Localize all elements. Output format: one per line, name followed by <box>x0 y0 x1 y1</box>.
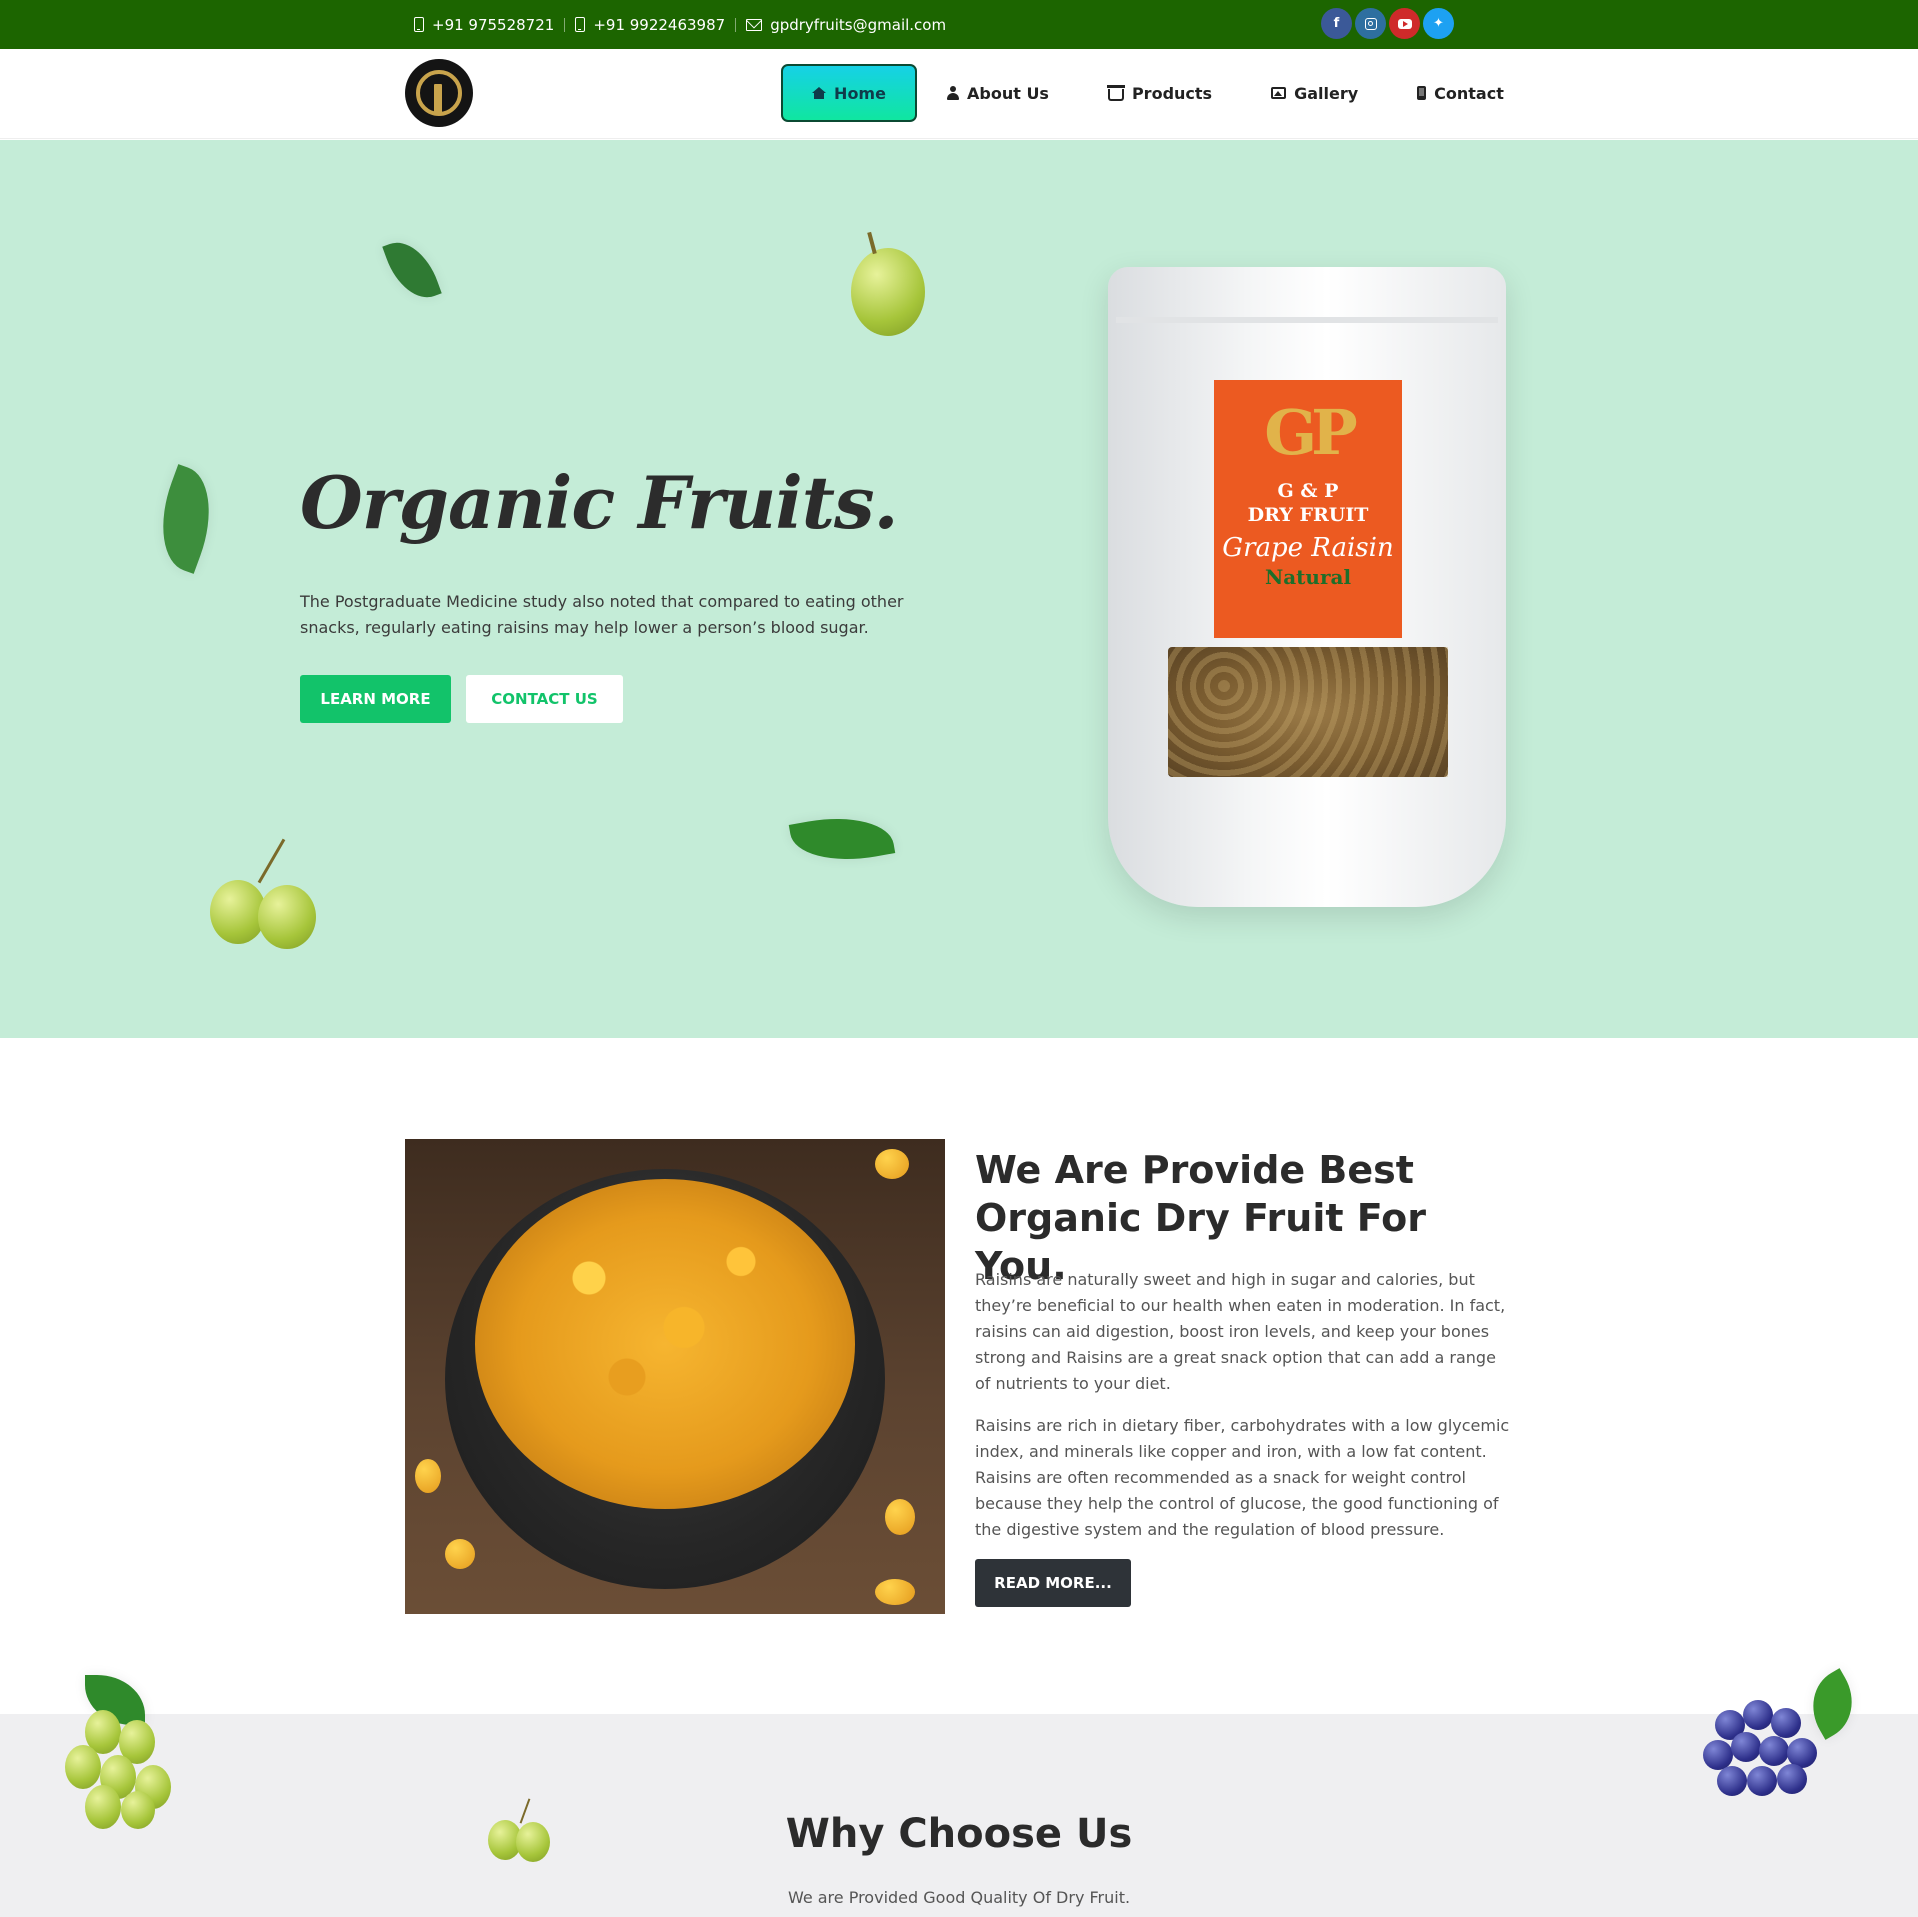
facebook-icon[interactable]: f <box>1321 8 1352 39</box>
grape-decoration <box>258 885 316 949</box>
phone-1[interactable]: +91 975528721 <box>414 16 554 34</box>
instagram-icon[interactable] <box>1355 8 1386 39</box>
leaf-decoration <box>382 233 442 307</box>
about-paragraph-2: Raisins are rich in dietary fiber, carbo… <box>975 1416 1510 1539</box>
contact-info: +91 975528721 +91 9922463987 gpdryfruits… <box>414 0 946 49</box>
top-bar: +91 975528721 +91 9922463987 gpdryfruits… <box>0 0 1918 49</box>
grape <box>1777 1764 1807 1794</box>
nav-about-us[interactable]: About Us <box>947 64 1049 122</box>
phone-icon <box>414 17 424 32</box>
raisin-bowl-image <box>405 1139 945 1614</box>
nav-products[interactable]: Products <box>1106 64 1213 122</box>
nav-gallery-label: Gallery <box>1294 83 1359 103</box>
email-link[interactable]: gpdryfruits@gmail.com <box>746 16 946 34</box>
pouch-window <box>1168 647 1448 777</box>
basket-icon <box>1106 85 1125 101</box>
pouch-brand: G & P DRY FRUIT <box>1248 479 1369 527</box>
pouch-brand-line-1: G & P <box>1277 480 1339 502</box>
nav-contact[interactable]: Contact <box>1417 64 1504 122</box>
user-icon <box>947 86 959 100</box>
leaf-decoration <box>144 464 228 574</box>
about-paragraph-1: Raisins are naturally sweet and high in … <box>975 1270 1506 1393</box>
mobile-icon <box>1417 86 1427 100</box>
gp-logo[interactable] <box>405 59 473 127</box>
green-grapes-decoration <box>45 1675 180 1830</box>
phone-icon <box>575 17 586 32</box>
pouch-monogram: GP <box>1264 396 1358 469</box>
pouch-type: Natural <box>1264 565 1352 589</box>
divider <box>735 17 737 32</box>
grape <box>1747 1766 1777 1796</box>
phone-2-text: +91 9922463987 <box>593 15 726 34</box>
purple-grapes-decoration <box>1695 1668 1868 1810</box>
pouch-label: GP G & P DRY FRUIT Grape Raisin Natural <box>1214 380 1402 638</box>
pouch-zip <box>1116 317 1498 323</box>
product-pouch-image: GP G & P DRY FRUIT Grape Raisin Natural <box>1108 267 1506 907</box>
phone-2[interactable]: +91 9922463987 <box>575 16 725 34</box>
main-nav: Home About Us Products Gallery Contact <box>781 64 1504 122</box>
divider <box>564 17 566 32</box>
learn-more-button[interactable]: LEARN MORE <box>300 675 451 723</box>
email-text: gpdryfruits@gmail.com <box>770 15 947 34</box>
why-choose-subtitle: We are Provided Good Quality Of Dry Frui… <box>787 1888 1131 1907</box>
grape <box>1717 1766 1747 1796</box>
phone-1-text: +91 975528721 <box>432 15 555 34</box>
nav-contact-label: Contact <box>1434 83 1504 103</box>
raisins <box>475 1179 855 1509</box>
grape <box>65 1745 101 1789</box>
instagram-glyph <box>1364 17 1377 30</box>
logo-mark <box>416 70 462 116</box>
contact-us-button[interactable]: CONTACT US <box>466 675 623 723</box>
grape-leaf <box>1797 1668 1868 1740</box>
image-icon <box>1271 87 1287 99</box>
spilled-raisin <box>445 1539 475 1569</box>
youtube-glyph <box>1397 18 1412 29</box>
grape <box>1759 1736 1789 1766</box>
nav-products-label: Products <box>1131 83 1213 103</box>
hero-description: The Postgraduate Medicine study also not… <box>300 592 904 637</box>
grape <box>1771 1708 1801 1738</box>
grape <box>1743 1700 1773 1730</box>
grape-stem <box>867 231 877 255</box>
hero-section: Organic Fruits. The Postgraduate Medicin… <box>0 140 1918 1038</box>
leaf-decoration <box>788 807 896 871</box>
grape-decoration <box>851 248 925 336</box>
youtube-icon[interactable] <box>1389 8 1420 39</box>
nav-gallery[interactable]: Gallery <box>1271 64 1358 122</box>
pouch-variety: Grape Raisin <box>1222 533 1394 563</box>
grape <box>1731 1732 1761 1762</box>
nav-home[interactable]: Home <box>781 64 917 122</box>
hero-title: Organic Fruits. <box>300 460 899 545</box>
envelope-icon <box>746 18 763 31</box>
spilled-raisin <box>415 1459 441 1493</box>
pouch-brand-line-2: DRY FRUIT <box>1247 504 1369 526</box>
home-icon <box>812 87 827 99</box>
spilled-raisin <box>885 1499 915 1535</box>
social-links: f ✦ <box>1321 8 1454 39</box>
spilled-raisin <box>875 1579 915 1605</box>
spilled-raisin <box>875 1149 909 1179</box>
nav-home-label: Home <box>834 83 886 103</box>
site-header: Home About Us Products Gallery Contact <box>0 49 1918 139</box>
why-choose-title: Why Choose Us <box>785 1811 1133 1857</box>
read-more-button[interactable]: READ MORE... <box>975 1559 1131 1607</box>
grape-stem <box>257 838 286 884</box>
twitter-icon[interactable]: ✦ <box>1423 8 1454 39</box>
nav-about-label: About Us <box>967 83 1049 103</box>
